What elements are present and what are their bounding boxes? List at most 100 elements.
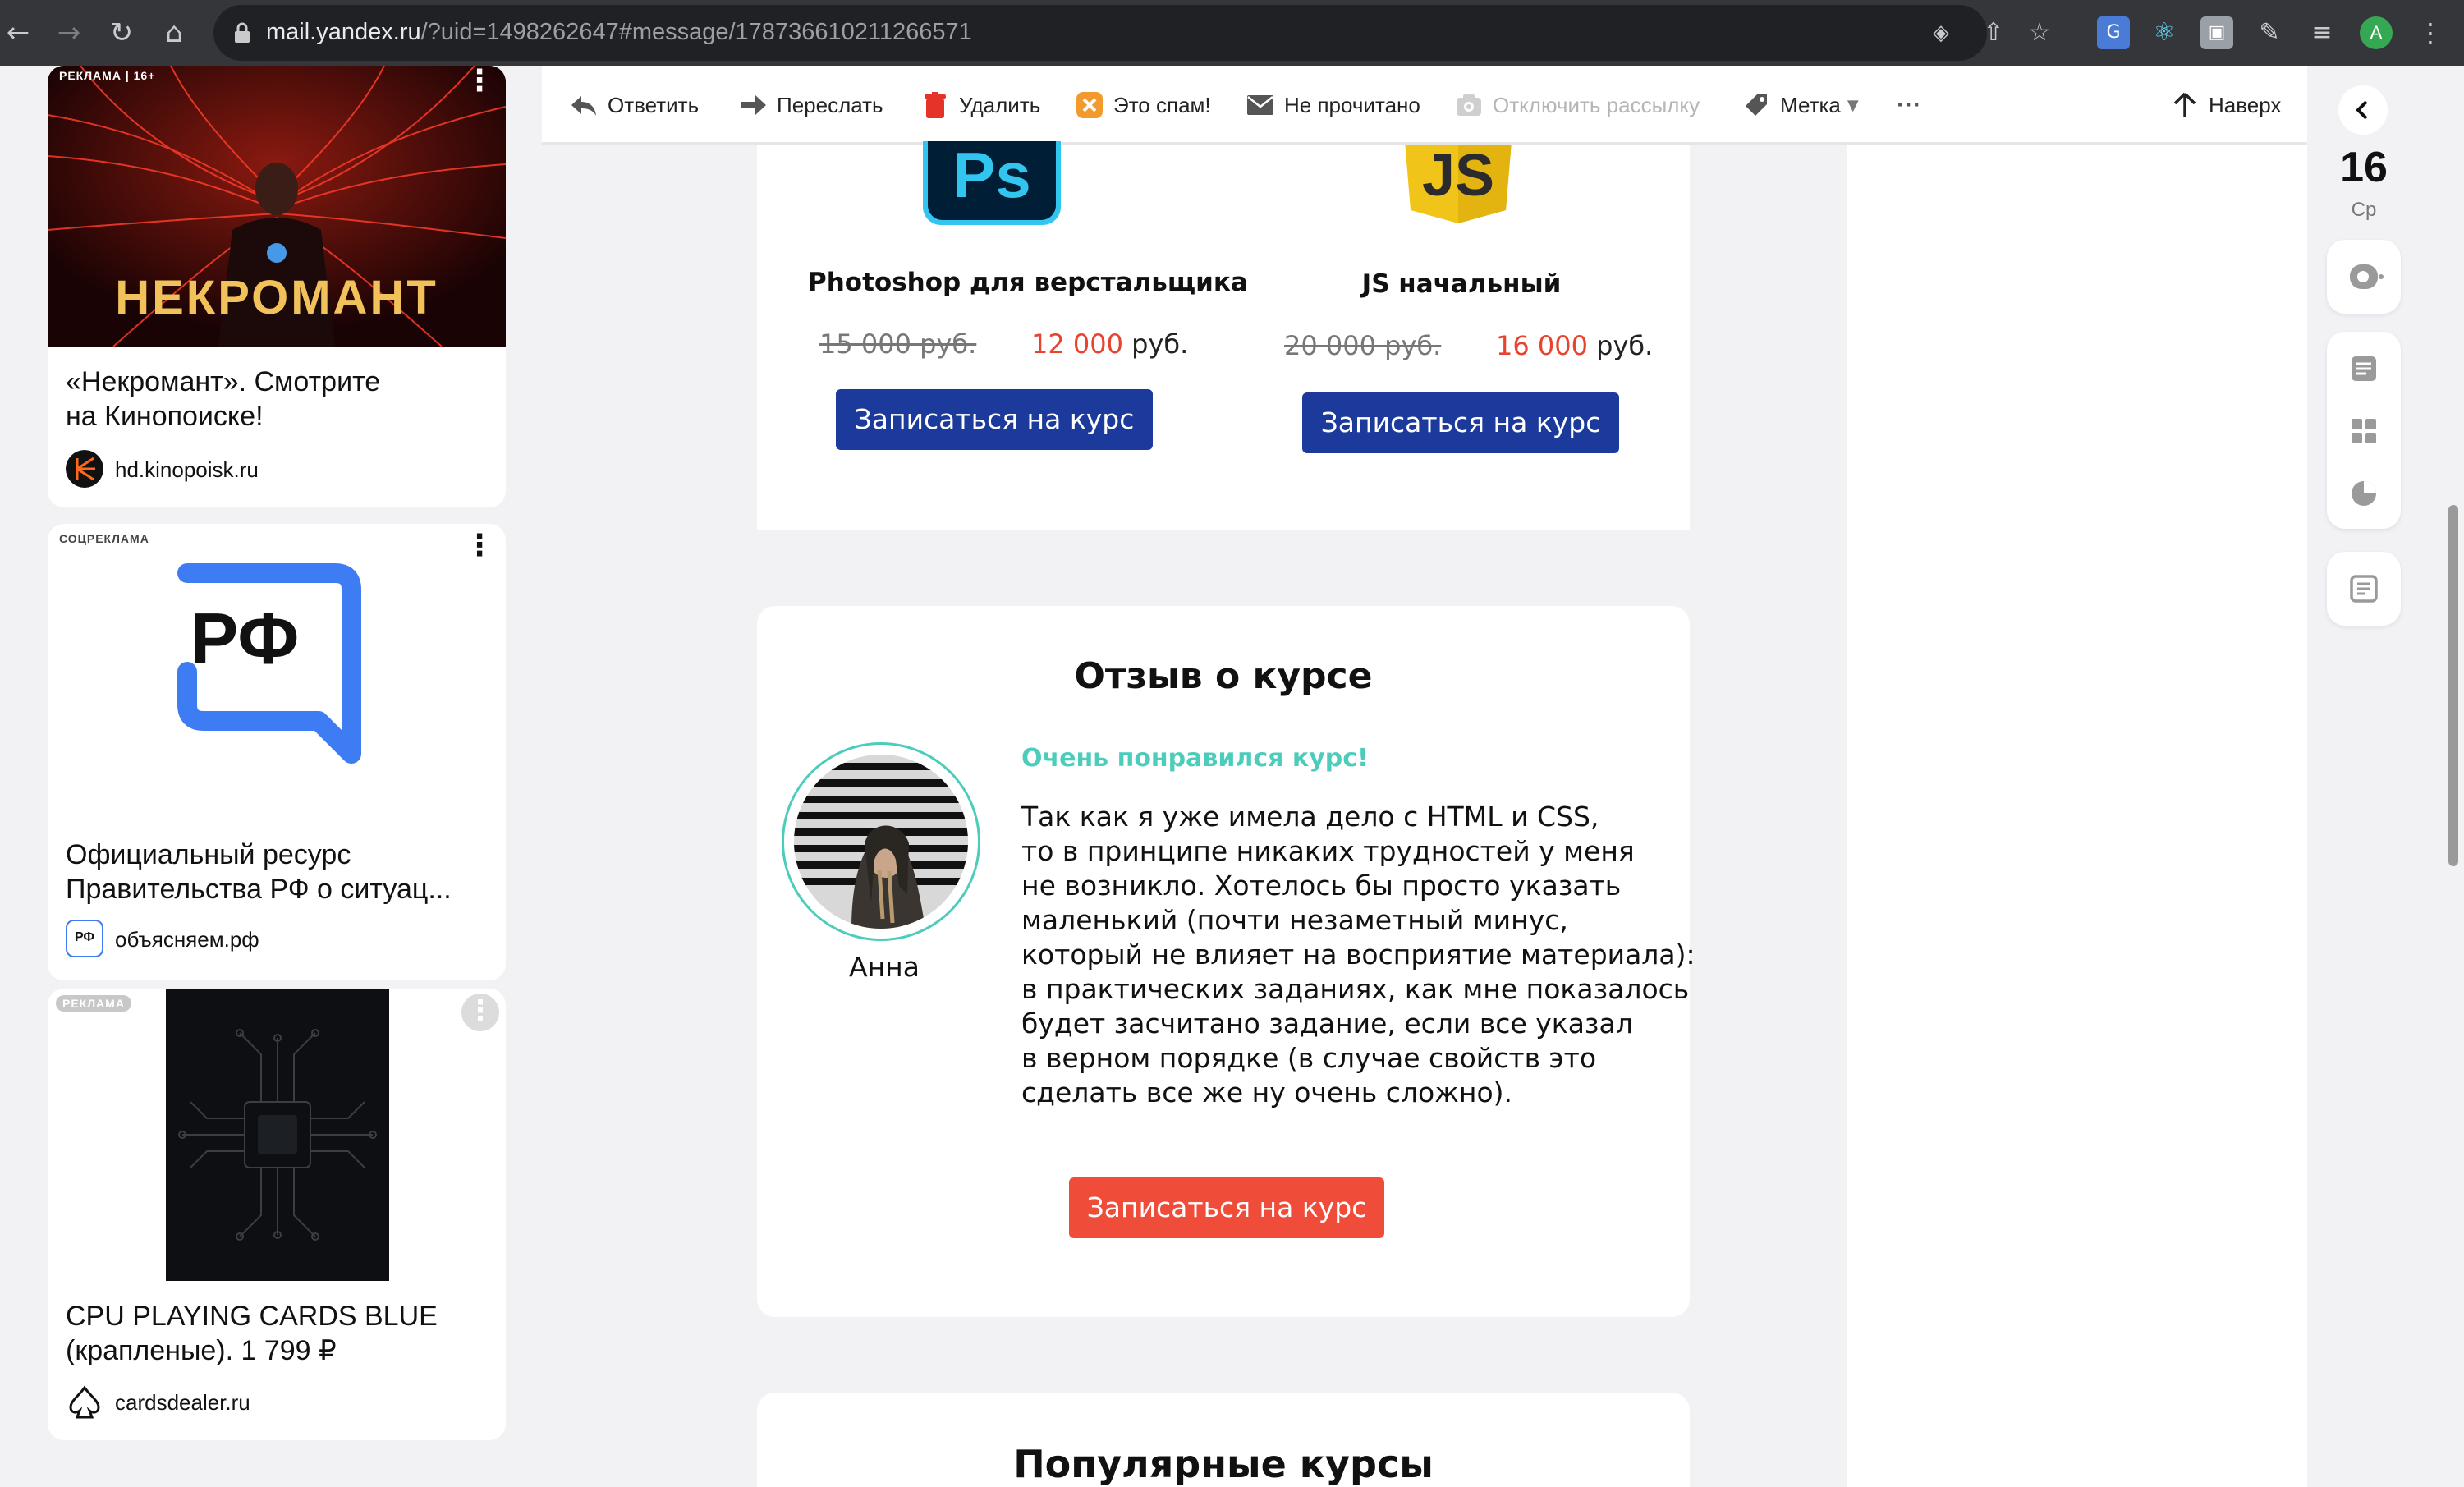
spam-icon	[1076, 92, 1103, 118]
calendar-weekday: Ср	[2351, 199, 2377, 221]
right-panel: 16 Ср	[2307, 66, 2464, 1487]
reply-icon	[571, 96, 596, 116]
kinopoisk-logo-icon	[66, 450, 103, 488]
reload-icon[interactable]: ↻	[105, 16, 138, 49]
translate-extension-icon[interactable]: G	[2097, 16, 2130, 49]
review-title: Отзыв о курсе	[1074, 655, 1373, 697]
spade-logo-icon	[69, 1385, 100, 1419]
share-icon[interactable]: ⇧	[1979, 18, 2008, 48]
message-body: Ps Photoshop для верстальщика 15 000 руб…	[542, 141, 1847, 1487]
logo-text: РФ	[190, 598, 300, 679]
trash-icon	[925, 92, 946, 118]
unsubscribe-button[interactable]: Отключить рассылку	[1455, 90, 1700, 120]
ad-label: РЕКЛАМА	[56, 995, 131, 1012]
address-bar[interactable]: mail.yandex.ru/?uid=1498262647#message/1…	[213, 5, 2004, 61]
collapse-panel-button[interactable]	[2338, 85, 2388, 135]
photoshop-logo: Ps	[923, 141, 1061, 225]
site-info-icon[interactable]: ◈	[1926, 18, 1956, 48]
tag-icon	[1746, 94, 1767, 116]
ad-label: РЕКЛАМА | 16+	[59, 69, 156, 82]
review-card: Отзыв о курсе Анна Очень понравился курс…	[757, 606, 1695, 1317]
ad-menu-icon[interactable]: ⋮	[463, 67, 496, 100]
old-price: 20 000 руб.	[1284, 330, 1442, 361]
courses-card: Ps Photoshop для верстальщика 15 000 руб…	[757, 141, 1690, 530]
chevron-left-icon	[2356, 100, 2368, 120]
forward-icon[interactable]: →	[53, 16, 85, 49]
envelope-icon	[1247, 95, 1273, 115]
ad-menu-icon[interactable]: ⋮	[463, 531, 496, 565]
reading-list-icon[interactable]: ≡	[2306, 16, 2338, 49]
message-toolbar: Ответить Переслать Удалить Это спам! Не …	[542, 66, 2307, 145]
more-actions-button[interactable]: ···	[1897, 90, 1921, 120]
ad-card-gov[interactable]: СОЦРЕКЛАМА ⋮ РФ Официальный ресурс Прави…	[48, 524, 506, 980]
forward-button[interactable]: Переслать	[739, 90, 883, 120]
enroll-js-button[interactable]: Записаться на курс	[1302, 392, 1619, 453]
popular-title: Популярные курсы	[1013, 1442, 1434, 1486]
url-text: mail.yandex.ru/?uid=1498262647#message/1…	[266, 19, 972, 45]
ad-image-necromancer[interactable]: НЕКРОМАНТ	[48, 66, 506, 347]
profile-avatar[interactable]: A	[2360, 16, 2393, 49]
js-shield-logo: JS	[1405, 145, 1512, 223]
necromancer-poster-image: НЕКРОМАНТ	[48, 66, 506, 347]
review-tagline: Очень понравился курс!	[1021, 744, 1369, 773]
ad-image-caption: НЕКРОМАНТ	[115, 271, 438, 324]
rf-speech-bubble-logo: РФ	[177, 563, 361, 764]
browser-toolbar: ← → ↻ ⌂ mail.yandex.ru/?uid=1498262647#m…	[0, 0, 2464, 66]
delete-button[interactable]: Удалить	[921, 90, 1040, 120]
scroll-top-button[interactable]: Наверх	[2171, 90, 2281, 120]
course-name: Photoshop для верстальщика	[808, 268, 1248, 297]
ad-title[interactable]: CPU PLAYING CARDS BLUE (крапленые). 1 79…	[66, 1299, 438, 1368]
mark-unread-button[interactable]: Не прочитано	[1246, 90, 1420, 120]
browser-menu-icon[interactable]: ⋮	[2414, 16, 2447, 49]
popular-courses-card: Популярные курсы	[757, 1393, 1690, 1487]
ad-title[interactable]: Официальный ресурс Правительства РФ о си…	[66, 838, 452, 906]
review-text: Так как я уже имела дело с HTML и CSS, т…	[1021, 801, 1695, 1108]
unsubscribe-icon	[1457, 94, 1481, 116]
enroll-review-button[interactable]: Записаться на курс	[1069, 1177, 1384, 1238]
new-price: 16 000 руб.	[1496, 330, 1654, 361]
video-call-icon	[2350, 264, 2384, 289]
page-scrollbar[interactable]	[2448, 505, 2458, 866]
enroll-photoshop-button[interactable]: Записаться на курс	[836, 389, 1153, 450]
rf-logo-icon: РФ	[66, 920, 103, 957]
puzzle-extensions-icon[interactable]: ✎	[2253, 16, 2286, 49]
services-grid-icon[interactable]	[2327, 402, 2401, 460]
ad-menu-icon[interactable]: ⋮	[461, 994, 499, 1031]
reviewer-photo	[794, 755, 968, 929]
playing-cards-box-image[interactable]	[166, 989, 389, 1281]
reviewer-avatar	[782, 742, 980, 941]
react-devtools-icon[interactable]: ⚛	[2148, 16, 2181, 49]
extension-icon[interactable]: ▣	[2200, 16, 2233, 49]
reply-button[interactable]: Ответить	[570, 90, 699, 120]
disk-pie-icon[interactable]	[2327, 465, 2401, 522]
home-icon[interactable]: ⌂	[158, 16, 190, 49]
old-price: 15 000 руб.	[819, 328, 977, 360]
forward-arrow-icon	[741, 95, 766, 115]
document-icon	[2350, 575, 2378, 603]
ad-card-cards[interactable]: РЕКЛАМА ⋮ CPU PLAYING CARDS BLUE (крапле…	[48, 989, 506, 1440]
arrow-up-icon	[2173, 92, 2196, 117]
more-dots-icon: ···	[1897, 91, 1921, 118]
course-name: JS начальный	[1361, 269, 1562, 299]
new-price: 12 000 руб.	[1031, 328, 1189, 360]
bookmark-star-icon[interactable]: ☆	[2025, 18, 2054, 48]
notes-icon[interactable]	[2327, 340, 2401, 397]
ad-card-kinopoisk[interactable]: НЕКРОМАНТ РЕКЛАМА | 16+ ⋮ «Некромант». С…	[48, 66, 506, 507]
chevron-down-icon: ▼	[1847, 96, 1859, 114]
ad-domain: hd.kinopoisk.ru	[115, 457, 259, 482]
messenger-button[interactable]	[2327, 552, 2401, 626]
ad-domain: cardsdealer.ru	[115, 1390, 250, 1415]
photoshop-logo-text: Ps	[952, 141, 1030, 211]
reviewer-name: Анна	[849, 951, 920, 983]
apps-group	[2327, 332, 2401, 529]
js-logo-text: JS	[1422, 145, 1494, 209]
label-dropdown[interactable]: Метка ▼	[1742, 90, 1859, 120]
ad-title[interactable]: «Некромант». Смотрите на Кинопоиске!	[66, 365, 380, 434]
back-icon[interactable]: ←	[2, 16, 34, 49]
spam-button[interactable]: Это спам!	[1076, 90, 1211, 120]
lock-icon	[235, 22, 250, 43]
ads-column: НЕКРОМАНТ РЕКЛАМА | 16+ ⋮ «Некромант». С…	[0, 66, 542, 1487]
calendar-day[interactable]: 16	[2307, 143, 2420, 192]
ad-label: СОЦРЕКЛАМА	[59, 532, 149, 545]
telemost-button[interactable]	[2327, 240, 2401, 314]
